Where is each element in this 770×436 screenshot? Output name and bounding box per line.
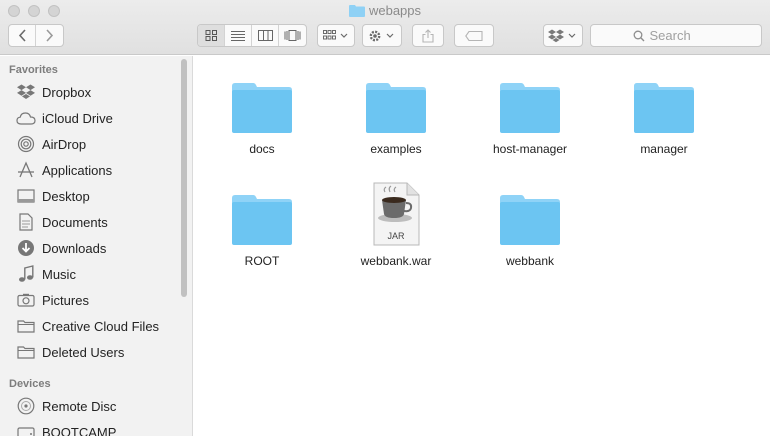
sidebar-item-label: Remote Disc: [42, 398, 117, 414]
documents-icon: [16, 213, 36, 231]
sidebar-item-label: Dropbox: [42, 84, 92, 100]
sidebar-item-label: Downloads: [42, 240, 107, 256]
cover-flow-view-button[interactable]: [279, 25, 306, 46]
sidebar-scrollbar[interactable]: [181, 59, 187, 297]
toolbar: webapps: [0, 0, 770, 55]
action-button[interactable]: [362, 24, 402, 47]
search-input[interactable]: [649, 28, 720, 43]
sidebar-item-pictures[interactable]: Pictures: [16, 288, 89, 312]
window-title-text: webapps: [368, 3, 422, 18]
file-grid: docs examples host-manager manager ROOT: [194, 56, 770, 436]
sidebar-item-remote-disc[interactable]: Remote Disc: [16, 394, 116, 418]
folder-icon: [363, 68, 429, 134]
sidebar-item-label: iCloud Drive: [42, 110, 113, 126]
column-view-button[interactable]: [252, 25, 279, 46]
cloud-icon: [16, 109, 36, 127]
sidebar-item-label: Applications: [42, 162, 113, 178]
dropbox-menu-button[interactable]: [543, 24, 583, 47]
list-icon: [231, 31, 245, 41]
file-name: webbank: [505, 254, 555, 268]
file-item-root[interactable]: ROOT: [202, 180, 322, 280]
file-item-docs[interactable]: docs: [202, 68, 322, 168]
arrange-button[interactable]: [317, 24, 355, 47]
file-item-webbank[interactable]: webbank: [470, 180, 590, 280]
file-name: examples: [370, 142, 422, 156]
file-name: host-manager: [492, 142, 568, 156]
view-mode-switcher: [197, 24, 307, 47]
navigation-buttons: [8, 24, 64, 47]
forward-button[interactable]: [36, 25, 63, 46]
favorites-heading: Favorites: [9, 64, 58, 76]
sidebar-item-deleted-users[interactable]: Deleted Users: [16, 340, 124, 364]
sidebar: Favorites Dropbox iCloud Drive AirDrop A…: [0, 56, 193, 436]
dropbox-icon: [16, 83, 36, 101]
file-name: webbank.war: [360, 254, 432, 268]
file-name: docs: [249, 142, 275, 156]
share-icon: [422, 28, 434, 43]
sidebar-item-label: Creative Cloud Files: [42, 318, 160, 334]
sidebar-item-label: AirDrop: [42, 136, 87, 152]
folder-icon: [497, 180, 563, 246]
folder-icon: [348, 4, 365, 22]
music-icon: [16, 265, 36, 283]
sidebar-item-label: Deleted Users: [42, 344, 125, 360]
folder-icon: [497, 68, 563, 134]
disc-icon: [16, 397, 36, 415]
sidebar-item-label: Pictures: [42, 292, 89, 308]
back-button[interactable]: [9, 25, 36, 46]
applications-icon: [16, 161, 36, 179]
file-item-webbank-war[interactable]: JAR webbank.war: [336, 180, 456, 280]
sidebar-item-creative-cloud-files[interactable]: Creative Cloud Files: [16, 314, 159, 338]
cover-flow-icon: [284, 30, 301, 41]
desktop-icon: [16, 187, 36, 205]
folder-icon: [229, 68, 295, 134]
search-icon: [633, 30, 644, 41]
jar-badge: JAR: [387, 231, 405, 241]
airdrop-icon: [16, 135, 36, 153]
icon-grid-icon: [205, 30, 217, 41]
drive-icon: [16, 423, 36, 436]
folder-icon: [631, 68, 697, 134]
sidebar-item-label: Desktop: [42, 188, 90, 204]
search-field[interactable]: [590, 24, 762, 47]
sidebar-item-airdrop[interactable]: AirDrop: [16, 132, 86, 156]
sidebar-item-downloads[interactable]: Downloads: [16, 236, 106, 260]
file-item-host-manager[interactable]: host-manager: [470, 68, 590, 168]
devices-heading: Devices: [9, 378, 51, 390]
sidebar-item-bootcamp[interactable]: BOOTCAMP: [16, 420, 116, 436]
share-button[interactable]: [412, 24, 444, 47]
list-view-button[interactable]: [225, 25, 252, 46]
window-title: webapps: [0, 2, 770, 22]
sidebar-item-label: Documents: [42, 214, 108, 230]
sidebar-item-desktop[interactable]: Desktop: [16, 184, 90, 208]
icon-view-button[interactable]: [198, 25, 225, 46]
folder-icon: [16, 343, 36, 361]
sidebar-item-icloud-drive[interactable]: iCloud Drive: [16, 106, 113, 130]
tag-icon: [465, 30, 483, 41]
sidebar-item-applications[interactable]: Applications: [16, 158, 112, 182]
sidebar-item-documents[interactable]: Documents: [16, 210, 108, 234]
gear-icon: [369, 30, 394, 41]
sidebar-item-music[interactable]: Music: [16, 262, 76, 286]
file-name: ROOT: [244, 254, 280, 268]
sidebar-item-dropbox[interactable]: Dropbox: [16, 80, 91, 104]
sidebar-item-label: BOOTCAMP: [42, 424, 117, 436]
dropbox-icon: [548, 29, 576, 42]
arrange-grid-icon: [323, 30, 348, 40]
sidebar-item-label: Music: [42, 266, 76, 282]
file-item-manager[interactable]: manager: [604, 68, 724, 168]
folder-icon: [229, 180, 295, 246]
columns-icon: [257, 30, 273, 41]
jar-file-icon: JAR: [363, 180, 429, 246]
file-name: manager: [640, 142, 688, 156]
downloads-icon: [16, 239, 36, 257]
tags-button[interactable]: [454, 24, 494, 47]
pictures-icon: [16, 291, 36, 309]
folder-icon: [16, 317, 36, 335]
file-item-examples[interactable]: examples: [336, 68, 456, 168]
